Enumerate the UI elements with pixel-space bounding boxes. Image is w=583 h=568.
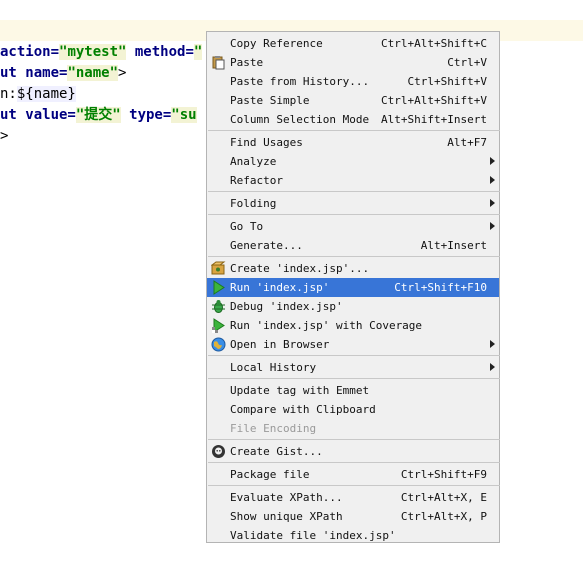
menu-item-label: Paste — [230, 56, 264, 69]
menu-item-label: Analyze — [230, 155, 277, 168]
menu-item-label: Folding — [230, 197, 277, 210]
menu-separator — [208, 256, 500, 257]
menu-item-evaluate-xpath[interactable]: Evaluate XPath... Ctrl+Alt+X, E — [207, 488, 499, 507]
run-config-icon — [210, 261, 226, 276]
menu-item-label: Debug 'index.jsp' — [230, 300, 343, 313]
debug-icon — [211, 299, 226, 314]
menu-item-label: Open in Browser — [230, 338, 330, 351]
menu-separator — [208, 355, 500, 356]
submenu-arrow-icon — [490, 176, 495, 184]
menu-item-shortcut: Ctrl+Alt+X, E — [400, 491, 487, 504]
menu-item-label: Column Selection Mode — [230, 113, 370, 126]
menu-item-create-gist[interactable]: Create Gist... — [207, 442, 499, 461]
menu-separator — [208, 485, 500, 486]
github-icon — [211, 444, 226, 459]
code-line-3[interactable]: n:${name} — [0, 84, 76, 105]
submenu-arrow-icon — [490, 340, 495, 348]
menu-item-label: Local History — [230, 361, 317, 374]
menu-item-find-usages[interactable]: Find Usages Alt+F7 — [207, 133, 499, 152]
menu-item-copy-reference[interactable]: Copy Reference Ctrl+Alt+Shift+C — [207, 34, 499, 53]
menu-item-generate[interactable]: Generate... Alt+Insert — [207, 236, 499, 255]
menu-item-go-to[interactable]: Go To — [207, 217, 499, 236]
menu-item-shortcut: Ctrl+Alt+Shift+C — [381, 37, 487, 50]
run-icon — [211, 280, 226, 295]
menu-item-label: Create Gist... — [230, 445, 323, 458]
menu-item-file-encoding: File Encoding — [207, 419, 499, 438]
clipboard-icon — [211, 55, 226, 70]
code-line-1[interactable]: action="mytest" method=" — [0, 42, 203, 63]
menu-item-label: Compare with Clipboard — [230, 403, 376, 416]
menu-item-label: Paste Simple — [230, 94, 310, 107]
menu-item-label: Paste from History... — [230, 75, 370, 88]
submenu-arrow-icon — [490, 363, 495, 371]
menu-item-show-unique-xpath[interactable]: Show unique XPath Ctrl+Alt+X, P — [207, 507, 499, 526]
menu-item-label: Generate... — [230, 239, 303, 252]
menu-item-shortcut: Ctrl+Alt+X, P — [400, 510, 487, 523]
menu-item-shortcut: Ctrl+Shift+F10 — [394, 281, 487, 294]
menu-item-open-in-browser[interactable]: Open in Browser — [207, 335, 499, 354]
menu-item-local-history[interactable]: Local History — [207, 358, 499, 377]
menu-item-refactor[interactable]: Refactor — [207, 171, 499, 190]
menu-item-label: Update tag with Emmet — [230, 384, 370, 397]
code-line-5[interactable]: > — [0, 126, 8, 147]
submenu-arrow-icon — [490, 222, 495, 230]
menu-item-paste-from-history[interactable]: Paste from History... Ctrl+Shift+V — [207, 72, 499, 91]
menu-separator — [208, 130, 500, 131]
menu-item-compare-with-clipboard[interactable]: Compare with Clipboard — [207, 400, 499, 419]
menu-item-analyze[interactable]: Analyze — [207, 152, 499, 171]
menu-item-shortcut: Ctrl+Shift+V — [407, 75, 487, 88]
menu-item-label: Package file — [230, 468, 310, 481]
globe-icon — [211, 337, 226, 352]
menu-item-column-selection-mode[interactable]: Column Selection Mode Alt+Shift+Insert — [207, 110, 499, 129]
menu-item-shortcut: Alt+F7 — [447, 136, 487, 149]
menu-item-label: Create 'index.jsp'... — [230, 262, 370, 275]
submenu-arrow-icon — [490, 199, 495, 207]
menu-item-label: Find Usages — [230, 136, 303, 149]
menu-item-paste[interactable]: Paste Ctrl+V — [207, 53, 499, 72]
submenu-arrow-icon — [490, 157, 495, 165]
code-line-4[interactable]: ut value="提交" type="su — [0, 105, 197, 126]
menu-item-validate-file[interactable]: Validate file 'index.jsp' — [207, 526, 499, 545]
menu-item-run[interactable]: Run 'index.jsp' Ctrl+Shift+F10 — [207, 278, 499, 297]
menu-item-shortcut: Ctrl+Alt+Shift+V — [381, 94, 487, 107]
menu-item-debug[interactable]: Debug 'index.jsp' — [207, 297, 499, 316]
menu-item-run-with-coverage[interactable]: Run 'index.jsp' with Coverage — [207, 316, 499, 335]
menu-item-label: Run 'index.jsp' with Coverage — [230, 319, 423, 332]
menu-item-shortcut: Alt+Shift+Insert — [381, 113, 487, 126]
menu-item-package-file[interactable]: Package file Ctrl+Shift+F9 — [207, 465, 499, 484]
menu-item-shortcut: Alt+Insert — [420, 239, 487, 252]
menu-item-shortcut: Ctrl+Shift+F9 — [400, 468, 487, 481]
menu-item-label: Refactor — [230, 174, 283, 187]
context-menu: Copy Reference Ctrl+Alt+Shift+C Paste Ct… — [206, 31, 500, 543]
menu-item-paste-simple[interactable]: Paste Simple Ctrl+Alt+Shift+V — [207, 91, 499, 110]
menu-item-shortcut: Ctrl+V — [447, 56, 487, 69]
menu-item-update-tag-emmet[interactable]: Update tag with Emmet — [207, 381, 499, 400]
menu-item-label: File Encoding — [230, 422, 317, 435]
menu-item-folding[interactable]: Folding — [207, 194, 499, 213]
menu-separator — [208, 439, 500, 440]
menu-separator — [208, 191, 500, 192]
menu-item-create-config[interactable]: Create 'index.jsp'... — [207, 259, 499, 278]
menu-item-label: Copy Reference — [230, 37, 323, 50]
code-line-2[interactable]: ut name="name"> — [0, 63, 126, 84]
menu-item-label: Evaluate XPath... — [230, 491, 343, 504]
menu-item-label: Go To — [230, 220, 264, 233]
menu-separator — [208, 378, 500, 379]
menu-separator — [208, 214, 500, 215]
menu-separator — [208, 462, 500, 463]
menu-item-label: Show unique XPath — [230, 510, 343, 523]
menu-item-label: Run 'index.jsp' — [230, 281, 330, 294]
coverage-icon — [211, 318, 226, 333]
menu-item-label: Validate file 'index.jsp' — [230, 529, 396, 542]
